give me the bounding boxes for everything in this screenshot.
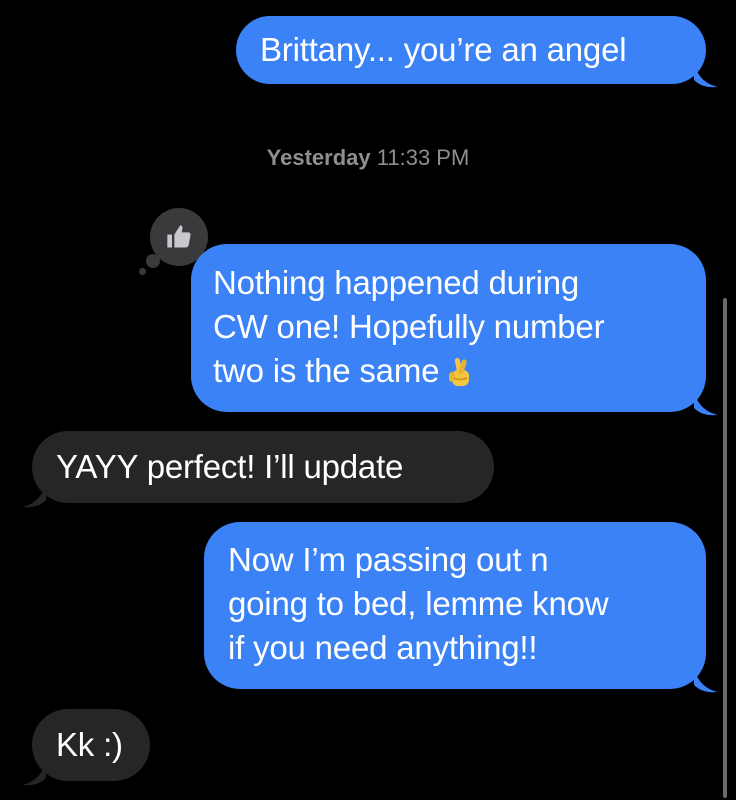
sent-message-bubble[interactable]: Now I’m passing out n going to bed, lemm…	[204, 522, 706, 689]
message-text: going to bed, lemme know	[228, 585, 609, 622]
received-message-bubble[interactable]: Kk :)	[32, 709, 150, 781]
received-message-bubble[interactable]: YAYY perfect! I’ll update	[32, 431, 494, 503]
message-text: two is the same	[213, 352, 440, 389]
message-text: if you need anything!!	[228, 629, 538, 666]
received-bubble-tail	[22, 482, 46, 508]
sent-bubble-tail	[694, 390, 718, 416]
message-text: Now I’m passing out n	[228, 541, 549, 578]
timestamp: Yesterday 11:33 PM	[0, 145, 736, 171]
message-text: Brittany... you’re an angel	[260, 31, 627, 68]
tapback-dot	[146, 254, 160, 268]
message-text: YAYY perfect! I’ll update	[56, 448, 404, 485]
message-text: CW one! Hopefully number	[213, 308, 605, 345]
message-text: Nothing happened during	[213, 264, 580, 301]
sent-bubble-tail	[694, 62, 718, 88]
message-text: Kk :)	[56, 726, 123, 763]
timestamp-day: Yesterday	[266, 145, 371, 170]
scrollbar[interactable]	[723, 298, 727, 798]
thumbs-up-icon	[167, 225, 191, 248]
tapback-dot	[139, 268, 146, 275]
crossed-fingers-icon	[449, 358, 470, 386]
sent-message-bubble[interactable]: Nothing happened during CW one! Hopefull…	[191, 244, 706, 412]
sent-bubble-tail	[694, 667, 718, 693]
received-bubble-tail	[22, 760, 46, 786]
timestamp-time: 11:33 PM	[376, 145, 470, 170]
sent-message-bubble[interactable]: Brittany... you’re an angel	[236, 16, 706, 84]
